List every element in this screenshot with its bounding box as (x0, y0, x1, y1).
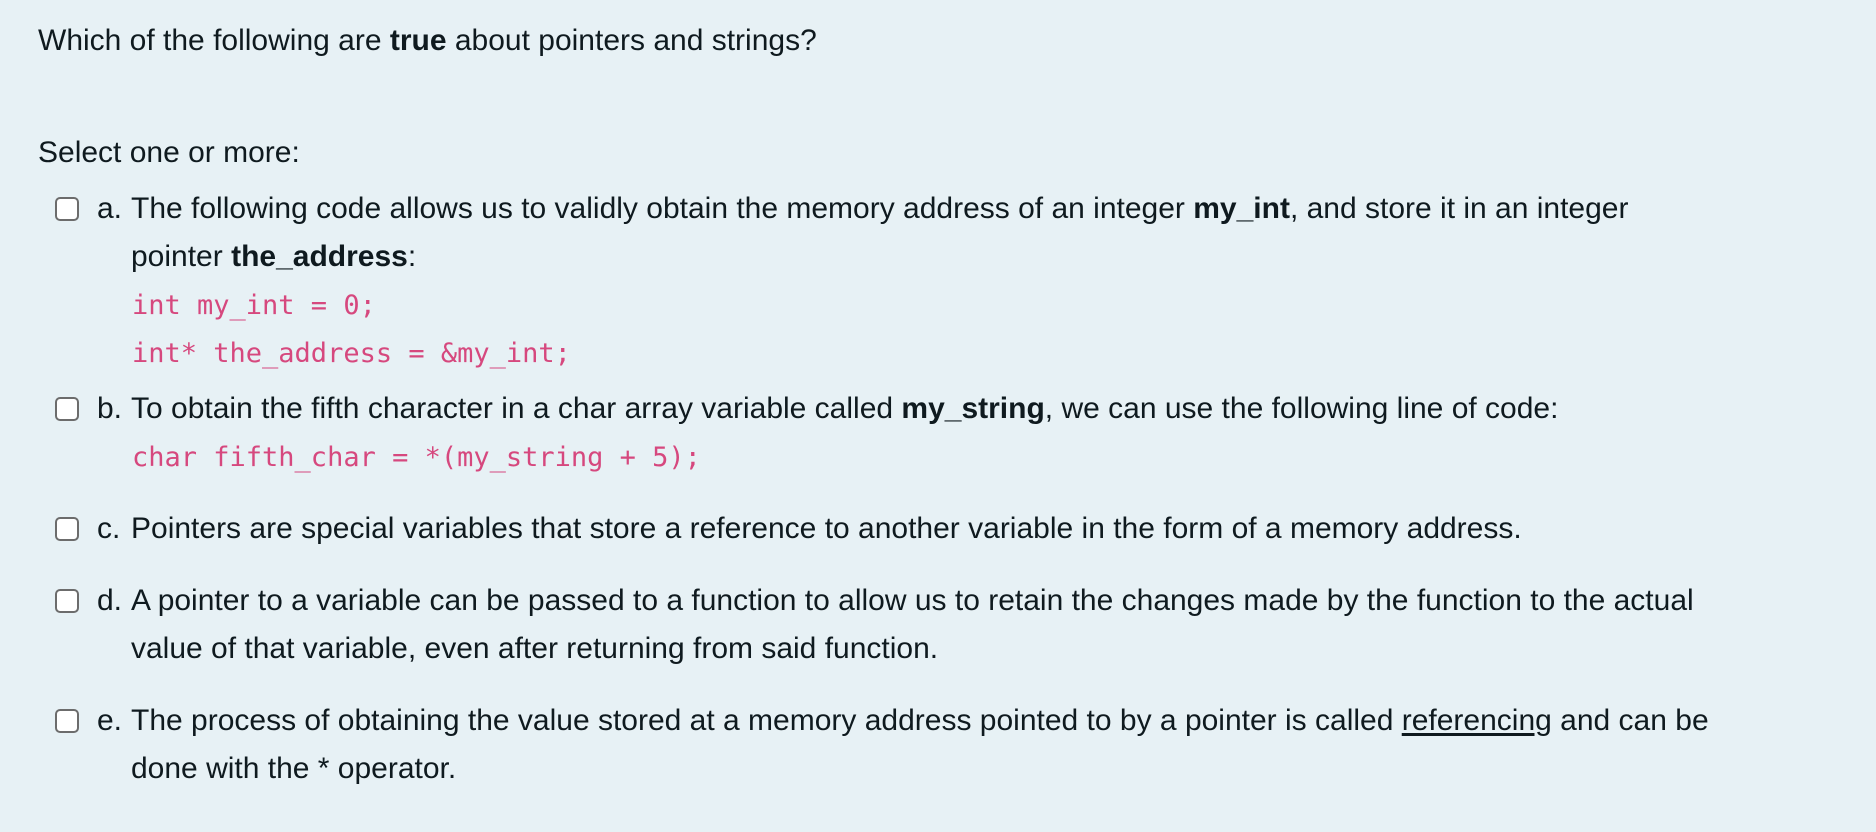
option-letter: e. (97, 704, 123, 737)
bold-term: the_address (231, 240, 408, 273)
option-a-text-line1[interactable]: The following code allows us to validly … (131, 185, 1628, 233)
option-letter: a. (97, 192, 123, 225)
option-d-checkbox[interactable] (55, 589, 79, 613)
code-line: char fifth_char = *(my_string + 5); (132, 442, 701, 473)
option-d-text-line2[interactable]: value of that variable, even after retur… (131, 625, 938, 673)
option-e-text-line2[interactable]: done with the * operator. (131, 745, 456, 793)
option-b-text-line1[interactable]: To obtain the fifth character in a char … (131, 385, 1558, 433)
text: , we can use the following line of code: (1044, 392, 1559, 425)
question-text-part: about pointers and strings? (446, 24, 817, 57)
question-emphasis: true (389, 24, 447, 57)
question-text-part: Which of the following are (38, 24, 390, 57)
select-prompt: Select one or more: (38, 136, 300, 169)
text: The process of obtaining the value store… (131, 704, 1402, 737)
text: , and store it in an integer (1289, 192, 1629, 225)
bold-term: my_int (1193, 192, 1290, 225)
text: To obtain the fifth character in a char … (131, 392, 902, 425)
option-e-checkbox[interactable] (55, 709, 79, 733)
code-line: int* the_address = &my_int; (132, 338, 571, 369)
option-letter: c. (97, 512, 121, 545)
bold-term: my_string (901, 392, 1045, 425)
option-d-text-line1[interactable]: A pointer to a variable can be passed to… (131, 577, 1694, 625)
question-text: Which of the following are true about po… (38, 20, 817, 62)
code-line: int my_int = 0; (132, 290, 376, 321)
option-letter: d. (97, 584, 123, 617)
underlined-term: referencing (1401, 704, 1552, 737)
option-letter: b. (97, 392, 123, 425)
option-a-text-line2[interactable]: pointer the_address: (131, 233, 416, 281)
text: pointer (131, 240, 232, 273)
text: The following code allows us to validly … (131, 192, 1194, 225)
text: and can be (1551, 704, 1709, 737)
option-b-checkbox[interactable] (55, 397, 79, 421)
option-c-text-line1[interactable]: Pointers are special variables that stor… (131, 505, 1522, 553)
option-e-text-line1[interactable]: The process of obtaining the value store… (131, 697, 1709, 745)
option-c-checkbox[interactable] (55, 517, 79, 541)
option-a-checkbox[interactable] (55, 197, 79, 221)
text: : (407, 240, 417, 273)
